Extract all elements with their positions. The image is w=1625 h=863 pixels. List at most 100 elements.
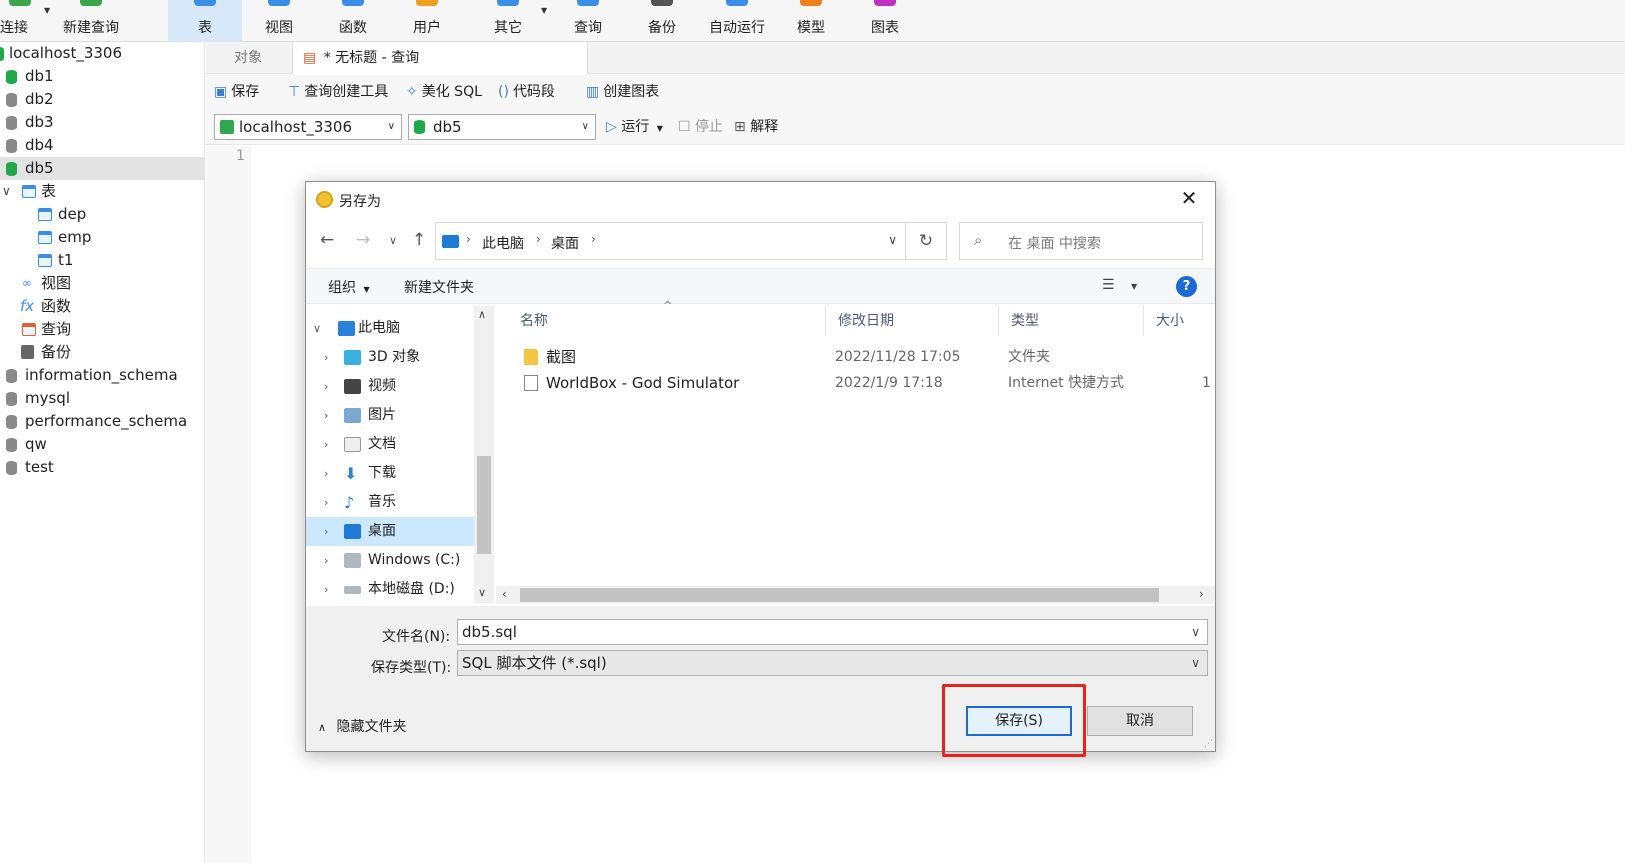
- hide-folders-toggle[interactable]: ∧ 隐藏文件夹: [318, 716, 407, 736]
- chevron-right-icon[interactable]: ›: [324, 401, 328, 430]
- tree-db-db5[interactable]: db5: [0, 157, 204, 180]
- code-snippet-button[interactable]: () 代码段: [498, 75, 555, 109]
- tree-db-mysql[interactable]: mysql: [0, 387, 204, 410]
- nav-documents[interactable]: › 文档: [306, 430, 474, 459]
- file-row[interactable]: WorldBox - God Simulator 2022/1/9 17:18 …: [514, 370, 1214, 396]
- automation-button[interactable]: 自动运行: [700, 0, 774, 42]
- breadcrumb-separator-icon[interactable]: ›: [466, 232, 471, 246]
- tree-db-test[interactable]: test: [0, 456, 204, 479]
- backup-button[interactable]: 备份: [627, 0, 697, 42]
- tree-db-db2[interactable]: db2: [0, 88, 204, 111]
- filetype-select[interactable]: SQL 脚本文件 (*.sql) ∨: [457, 650, 1208, 676]
- resize-grip-icon[interactable]: ⋰: [1204, 739, 1213, 749]
- new-folder-button[interactable]: 新建文件夹: [404, 277, 474, 297]
- chart-button[interactable]: 图表: [850, 0, 920, 42]
- tree-db-db3[interactable]: db3: [0, 111, 204, 134]
- scroll-down-icon[interactable]: ∨: [478, 586, 486, 599]
- scroll-up-icon[interactable]: ∧: [478, 308, 486, 321]
- breadcrumb-desktop[interactable]: 桌面: [551, 233, 579, 253]
- cancel-button[interactable]: 取消: [1087, 706, 1193, 736]
- other-button[interactable]: 其它: [473, 0, 543, 42]
- tree-db-performance-schema[interactable]: performance_schema: [0, 410, 204, 433]
- column-size[interactable]: 大小: [1144, 306, 1215, 336]
- chevron-down-icon[interactable]: ∨: [1191, 620, 1200, 644]
- stop-button[interactable]: ☐ 停止: [678, 109, 723, 145]
- up-arrow-icon[interactable]: ↑: [412, 230, 426, 250]
- chevron-right-icon[interactable]: ›: [324, 343, 328, 372]
- chevron-right-icon[interactable]: ›: [324, 575, 328, 604]
- recent-locations-icon[interactable]: ∨: [389, 234, 397, 247]
- chevron-right-icon[interactable]: ›: [324, 372, 328, 401]
- refresh-icon[interactable]: ↻: [906, 222, 947, 260]
- column-date[interactable]: 修改日期: [826, 306, 999, 336]
- horizontal-scrollbar[interactable]: ‹ ›: [496, 586, 1215, 604]
- nav-videos[interactable]: › 视频: [306, 372, 474, 401]
- address-bar[interactable]: › 此电脑 › 桌面 › ∨: [435, 222, 906, 260]
- tab-query[interactable]: ▤ * 无标题 - 查询: [292, 42, 588, 74]
- query-builder-button[interactable]: ⊤ 查询创建工具: [288, 75, 388, 109]
- tab-objects[interactable]: 对象: [224, 42, 272, 74]
- function-button[interactable]: 函数: [318, 0, 388, 42]
- breadcrumb-separator-icon[interactable]: ›: [591, 232, 596, 246]
- connection-select[interactable]: localhost_3306 ∨: [214, 114, 402, 140]
- other-dropdown-icon[interactable]: ▼: [541, 6, 547, 15]
- tree-db-qw[interactable]: qw: [0, 433, 204, 456]
- scroll-thumb[interactable]: [477, 456, 491, 554]
- create-chart-button[interactable]: ▥ 创建图表: [586, 75, 659, 109]
- nav-local-disk-d[interactable]: › 本地磁盘 (D:): [306, 575, 474, 604]
- column-name[interactable]: 名称: [508, 306, 826, 336]
- nav-3d-objects[interactable]: › 3D 对象: [306, 343, 474, 372]
- chevron-right-icon[interactable]: ›: [324, 459, 328, 488]
- tree-table-emp[interactable]: emp: [0, 226, 204, 249]
- tree-db-db1[interactable]: db1: [0, 65, 204, 88]
- tree-backups-folder[interactable]: 备份: [0, 341, 204, 364]
- help-button[interactable]: ?: [1176, 276, 1197, 297]
- tree-views-folder[interactable]: ∞ 视图: [0, 272, 204, 295]
- breadcrumb-separator-icon[interactable]: ›: [536, 232, 541, 246]
- organize-menu[interactable]: 组织 ▼: [328, 277, 370, 297]
- filename-input[interactable]: db5.sql ∨: [457, 619, 1208, 645]
- tree-queries-folder[interactable]: 查询: [0, 318, 204, 341]
- column-type[interactable]: 类型: [999, 306, 1144, 336]
- nav-desktop[interactable]: › 桌面: [306, 517, 474, 546]
- tree-connection[interactable]: localhost_3306: [0, 42, 204, 65]
- database-select[interactable]: db5 ∨: [408, 114, 596, 140]
- view-options-button[interactable]: ☰ ▼: [1102, 277, 1137, 293]
- run-button[interactable]: ▷ 运行 ▼: [606, 109, 663, 145]
- chevron-right-icon[interactable]: ›: [324, 546, 328, 575]
- nav-scrollbar[interactable]: ∧ ∨: [474, 306, 494, 603]
- address-dropdown-icon[interactable]: ∨: [888, 233, 897, 247]
- connect-dropdown-icon[interactable]: ▼: [44, 6, 50, 15]
- tree-db-information-schema[interactable]: information_schema: [0, 364, 204, 387]
- tree-table-dep[interactable]: dep: [0, 203, 204, 226]
- model-button[interactable]: 模型: [776, 0, 846, 42]
- nav-windows-c[interactable]: › Windows (C:): [306, 546, 474, 575]
- user-button[interactable]: 用户: [392, 0, 462, 42]
- save-query-button[interactable]: ▣ 保存: [214, 75, 259, 109]
- chevron-down-icon[interactable]: ∨: [313, 314, 321, 343]
- beautify-sql-button[interactable]: ✧ 美化 SQL: [406, 75, 482, 109]
- connect-button[interactable]: 连接: [0, 0, 40, 42]
- new-query-button[interactable]: 新建查询: [55, 0, 127, 42]
- tree-db-db4[interactable]: db4: [0, 134, 204, 157]
- expand-chevron-icon[interactable]: ∨: [2, 180, 11, 203]
- breadcrumb-this-pc[interactable]: 此电脑: [482, 233, 524, 253]
- scroll-left-icon[interactable]: ‹: [502, 587, 507, 601]
- chevron-right-icon[interactable]: ›: [324, 517, 328, 546]
- query-button[interactable]: 查询: [553, 0, 623, 42]
- chevron-right-icon[interactable]: ›: [324, 488, 328, 517]
- tree-table-t1[interactable]: t1: [0, 249, 204, 272]
- table-button[interactable]: 表: [168, 0, 242, 42]
- nav-this-pc[interactable]: ∨ 此电脑: [306, 314, 474, 343]
- close-icon[interactable]: ✕: [1175, 186, 1203, 210]
- back-arrow-icon[interactable]: ←: [320, 230, 334, 250]
- nav-downloads[interactable]: › ⬇ 下载: [306, 459, 474, 488]
- search-input[interactable]: ⌕ 在 桌面 中搜索: [959, 222, 1203, 260]
- nav-music[interactable]: › ♪ 音乐: [306, 488, 474, 517]
- explain-button[interactable]: ⊞ 解释: [734, 109, 778, 145]
- tree-functions-folder[interactable]: fx 函数: [0, 295, 204, 318]
- forward-arrow-icon[interactable]: →: [356, 230, 370, 250]
- nav-pictures[interactable]: › 图片: [306, 401, 474, 430]
- scroll-right-icon[interactable]: ›: [1199, 587, 1204, 601]
- scroll-thumb[interactable]: [520, 588, 1159, 602]
